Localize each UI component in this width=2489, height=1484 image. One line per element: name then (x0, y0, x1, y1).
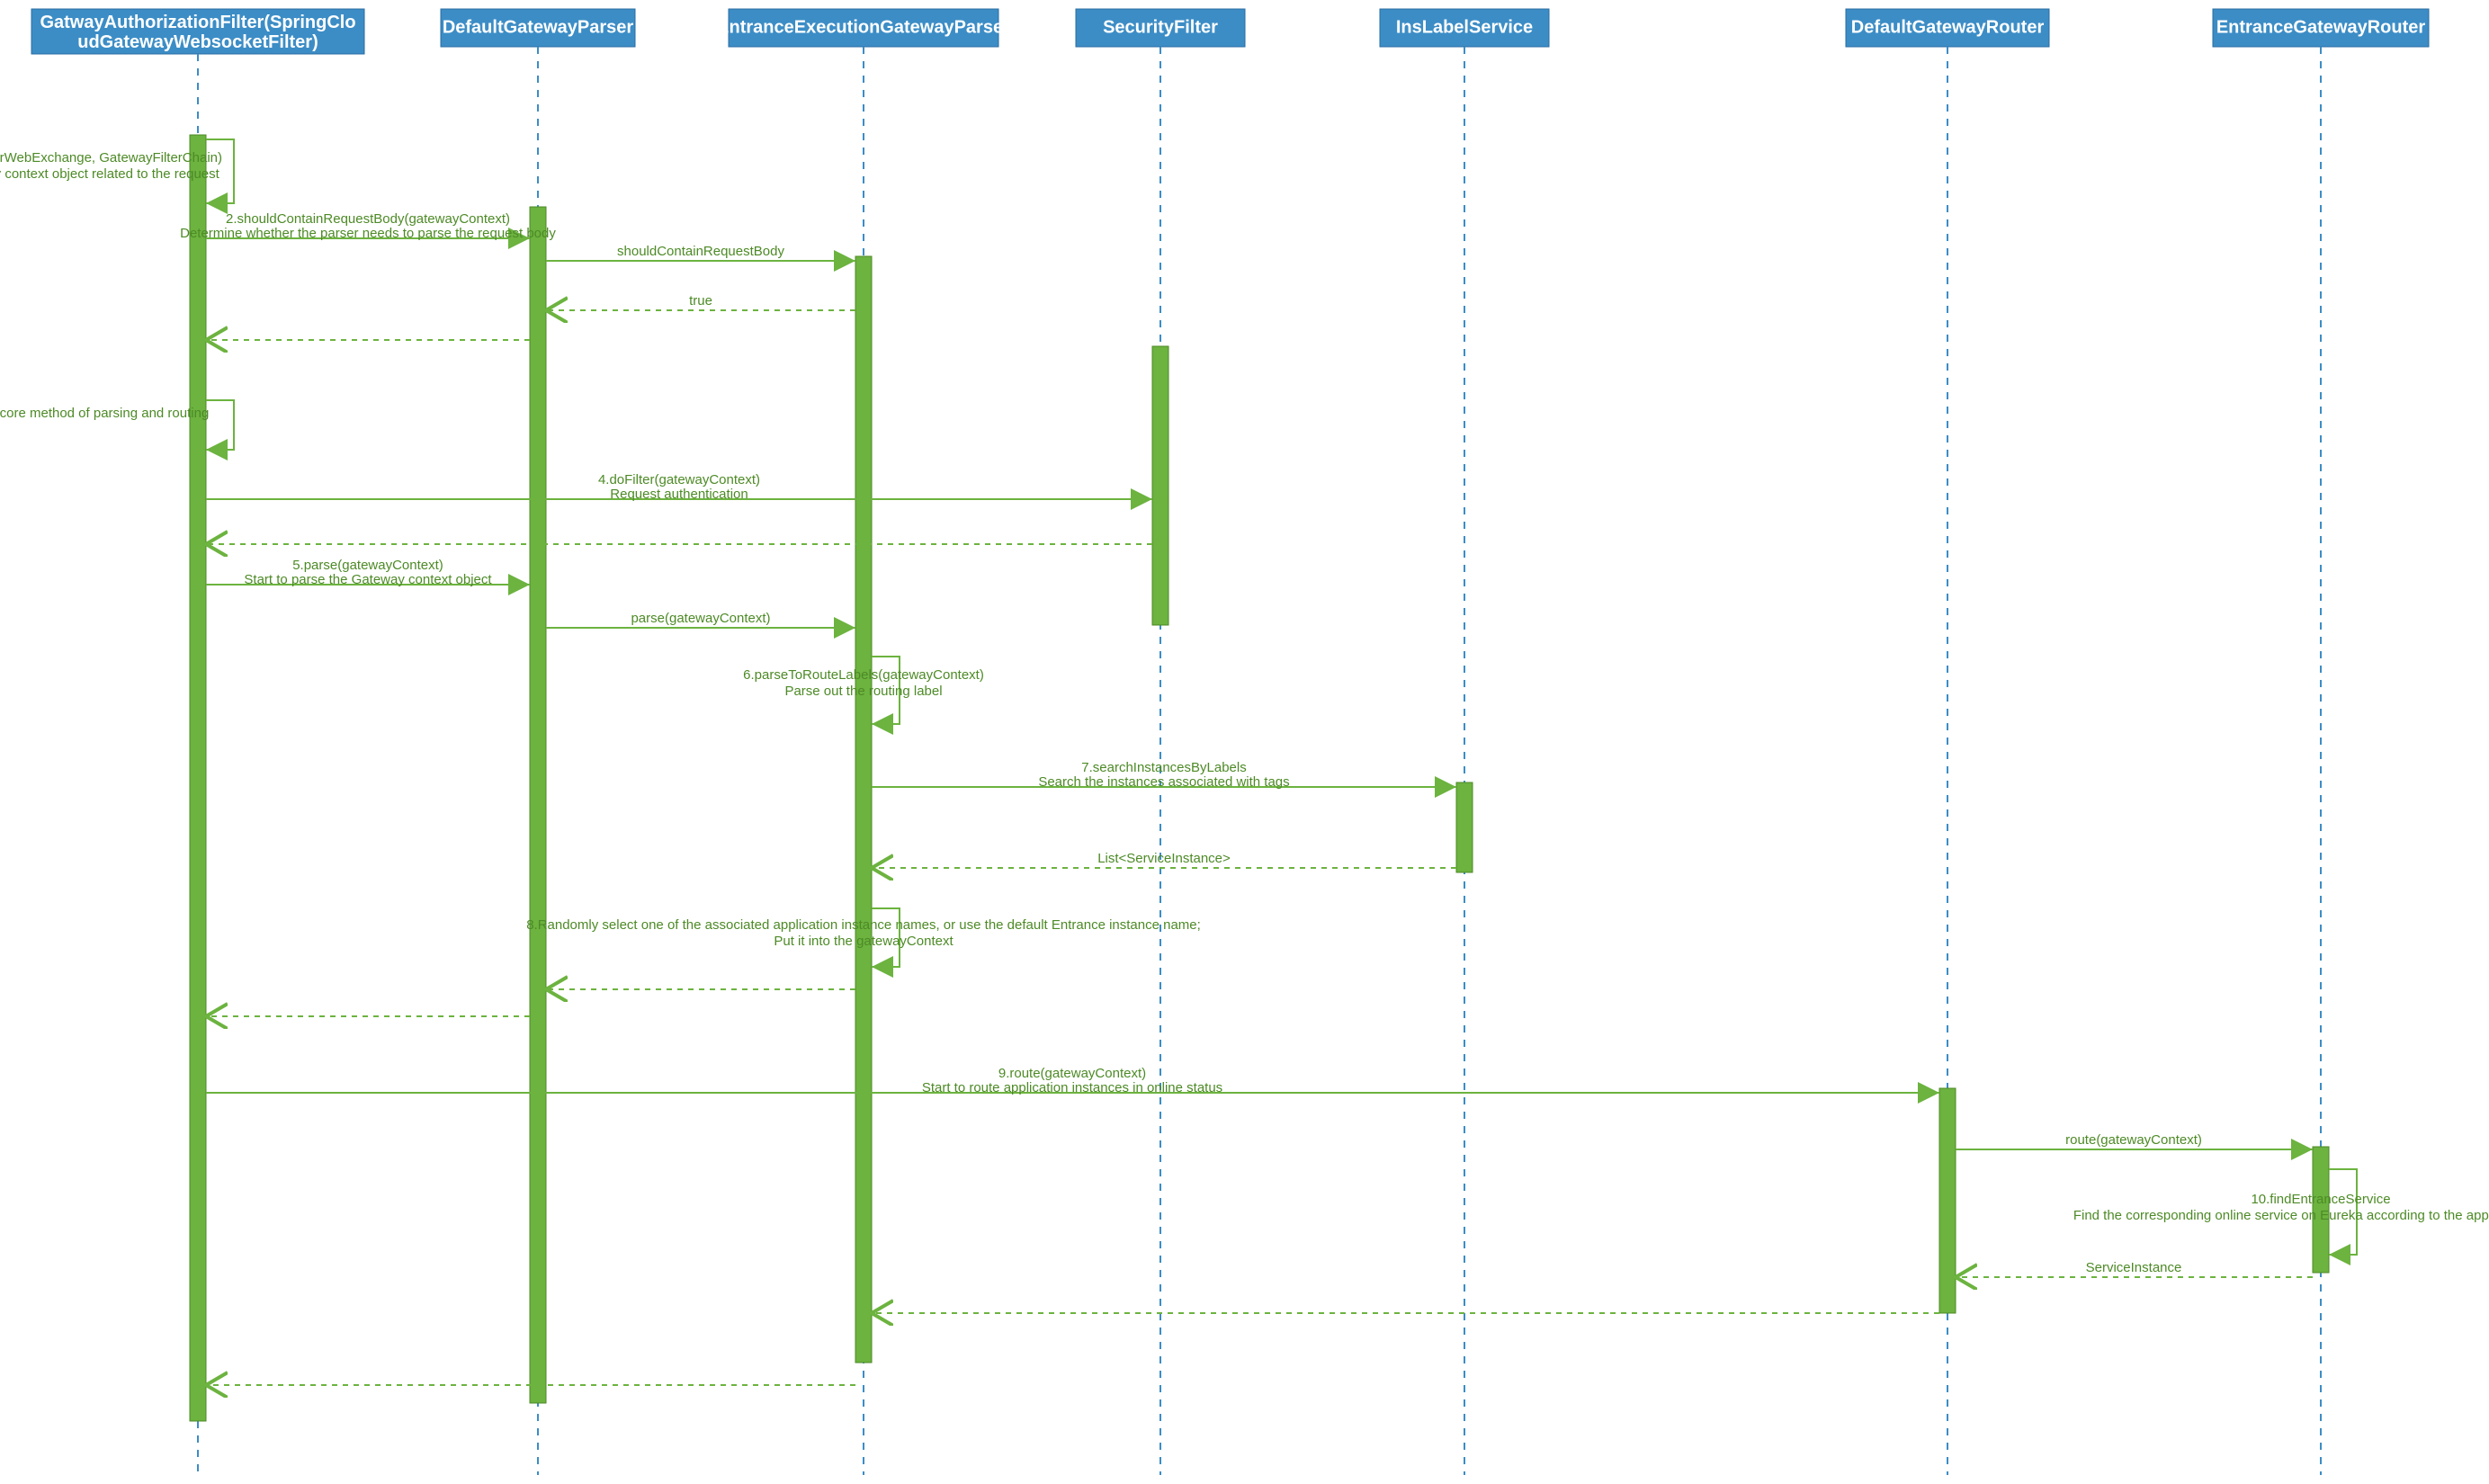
sequence-diagram: GatwayAuthorizationFilter(SpringCloudGat… (0, 0, 2489, 1484)
svg-text:9.route(gatewayContext): 9.route(gatewayContext) (998, 1066, 1146, 1081)
msg-text: 10.findEntranceService (2251, 1192, 2390, 1207)
svg-text:ServiceInstance: ServiceInstance (2086, 1260, 2182, 1275)
participant-default-gateway-parser: DefaultGatewayParser (441, 9, 635, 47)
svg-text:5.parse(gatewayContext): 5.parse(gatewayContext) (292, 558, 443, 573)
svg-text:7.searchInstancesByLabels: 7.searchInstancesByLabels (1081, 760, 1246, 775)
participant-label: InsLabelService (1396, 17, 1533, 37)
participant-security-filter: SecurityFilter (1076, 9, 1245, 47)
svg-text:Determine whether the parser n: Determine whether the parser needs to pa… (180, 226, 556, 241)
participant-gatway-authorization-filter: GatwayAuthorizationFilter(SpringCloudGat… (31, 9, 364, 54)
activation-bar (1939, 1088, 1956, 1313)
msg-9: 9.route(gatewayContext) Start to route a… (206, 1066, 1939, 1095)
svg-text:2.shouldContainRequestBody(gat: 2.shouldContainRequestBody(gatewayContex… (226, 211, 510, 227)
participant-label: DefaultGatewayRouter (1851, 17, 2045, 37)
svg-text:Search the instances associate: Search the instances associated with tag… (1038, 774, 1289, 790)
msg-10c: ServiceInstance (1956, 1260, 2313, 1277)
msg-3-self (206, 400, 234, 450)
msg-text: 1.getBaseGatewayContext(ServerWebExchang… (0, 150, 222, 165)
participant-default-gateway-router: DefaultGatewayRouter (1846, 9, 2049, 47)
svg-text:Request authentication: Request authentication (610, 487, 748, 502)
msg-text: Parse out the routing label (784, 684, 942, 699)
msg-text: Put it into the gatewayContext (774, 934, 954, 949)
activation-bar (1152, 346, 1168, 625)
participant-label: DefaultGatewayParser (443, 17, 634, 37)
msg-9c: route(gatewayContext) (1956, 1132, 2313, 1149)
svg-text:parse(gatewayContext): parse(gatewayContext) (631, 611, 770, 626)
participant-label: EntranceExecutionGatewayParser (717, 17, 1010, 37)
participant-label: GatwayAuthorizationFilter(SpringCloudGat… (40, 13, 355, 52)
msg-text: 8.Randomly select one of the associated … (526, 917, 1201, 933)
svg-text:shouldContainRequestBody: shouldContainRequestBody (617, 244, 784, 259)
msg-7: 7.searchInstancesByLabels Search the ins… (872, 760, 1456, 790)
svg-text:route(gatewayContext): route(gatewayContext) (2065, 1132, 2202, 1148)
activation-bar (1456, 782, 1473, 872)
msg-5c: parse(gatewayContext) (546, 611, 855, 628)
msg-2c: shouldContainRequestBody (546, 244, 855, 261)
msg-text: Find the corresponding online service on… (2073, 1208, 2489, 1223)
msg-2: 2.shouldContainRequestBody(gatewayContex… (180, 211, 556, 241)
msg-2d: true (546, 293, 855, 310)
participant-label: EntranceGatewayRouter (2216, 17, 2426, 37)
svg-text:Start to parse the Gateway con: Start to parse the Gateway context objec… (244, 572, 492, 587)
msg-text: 6.parseToRouteLabels(gatewayContext) (743, 667, 984, 683)
participant-ins-label-service: InsLabelService (1380, 9, 1549, 47)
svg-text:List<ServiceInstance>: List<ServiceInstance> (1097, 851, 1231, 866)
msg-text: Step one: Construct the Gateway context … (0, 166, 220, 182)
participant-label: SecurityFilter (1103, 17, 1218, 37)
msg-text: 3.gatewayDeal+ The core method of parsin… (0, 406, 209, 421)
svg-text:Start to route application ins: Start to route application instances in … (922, 1080, 1222, 1095)
svg-text:4.doFilter(gatewayContext): 4.doFilter(gatewayContext) (598, 472, 760, 487)
msg-7c: List<ServiceInstance> (872, 851, 1456, 868)
participant-entrance-gateway-router: EntranceGatewayRouter (2213, 9, 2429, 47)
activation-bar (190, 135, 206, 1421)
msg-4: 4.doFilter(gatewayContext) Request authe… (206, 472, 1152, 502)
participant-entrance-execution-gateway-parser: EntranceExecutionGatewayParser (717, 9, 1010, 47)
svg-text:true: true (689, 293, 712, 308)
activation-bar (855, 256, 872, 1363)
msg-5: 5.parse(gatewayContext) Start to parse t… (206, 558, 530, 587)
activation-bar (530, 207, 546, 1403)
